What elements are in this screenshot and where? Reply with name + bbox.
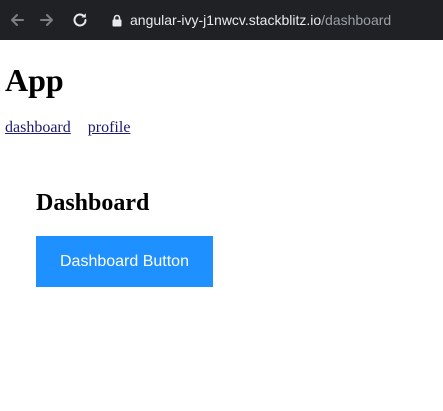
forward-button[interactable] — [36, 9, 58, 31]
dashboard-link[interactable]: dashboard — [5, 119, 71, 136]
app-nav: dashboard profile — [5, 118, 130, 138]
dashboard-button[interactable]: Dashboard Button — [36, 236, 213, 287]
arrow-right-icon — [40, 14, 53, 26]
reload-icon — [73, 13, 87, 27]
url-path: /dashboard — [321, 12, 392, 28]
address-bar[interactable]: angular-ivy-j1nwcv.stackblitz.io/dashboa… — [110, 9, 391, 31]
app-title: App — [5, 62, 64, 98]
lock-icon — [110, 13, 124, 27]
arrow-left-icon — [11, 14, 24, 26]
dashboard-heading: Dashboard — [36, 190, 150, 216]
back-button[interactable] — [6, 9, 28, 31]
browser-toolbar: angular-ivy-j1nwcv.stackblitz.io/dashboa… — [0, 0, 443, 40]
reload-button[interactable] — [69, 9, 91, 31]
url-host: angular-ivy-j1nwcv.stackblitz.io — [130, 12, 322, 28]
page-content: App dashboard profile Dashboard Dashboar… — [0, 40, 443, 411]
profile-link[interactable]: profile — [88, 119, 131, 136]
